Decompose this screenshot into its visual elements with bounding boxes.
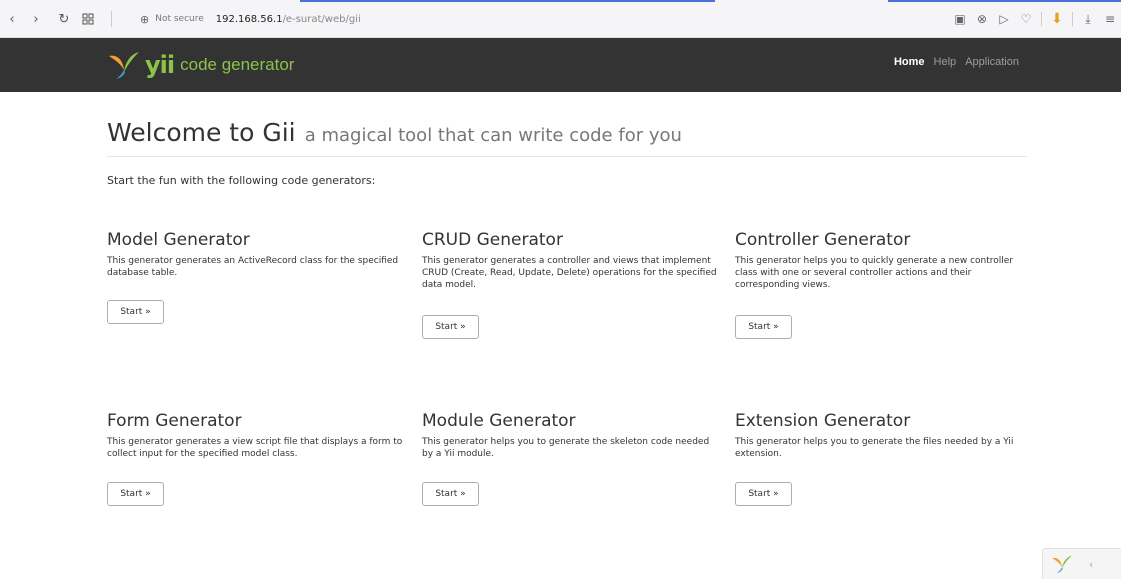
browser-toolbar: ‹ › ↻ ⊕ Not secure 192.168.56.1/e-surat/… xyxy=(0,0,1121,38)
generator-form: Form Generator This generator generates … xyxy=(107,411,407,506)
yii-logo-icon xyxy=(109,52,139,79)
tab-accent xyxy=(888,0,1121,2)
not-secure-label: Not secure xyxy=(155,14,204,24)
generator-description: This generator helps you to quickly gene… xyxy=(735,256,1014,290)
generator-title: Model Generator xyxy=(107,230,250,250)
lead-text: Start the fun with the following code ge… xyxy=(107,174,376,187)
start-model-button[interactable]: Start » xyxy=(107,300,164,324)
toolbar-divider xyxy=(1072,12,1073,26)
start-form-button[interactable]: Start » xyxy=(107,482,164,506)
generator-title: Extension Generator xyxy=(735,411,911,431)
nav-home[interactable]: Home xyxy=(894,56,925,68)
address-bar[interactable]: ⊕ Not secure 192.168.56.1/e-surat/web/gi… xyxy=(140,11,361,27)
block-icon[interactable]: ⊗ xyxy=(971,9,993,29)
start-extension-button[interactable]: Start » xyxy=(735,482,792,506)
generator-controller: Controller Generator This generator help… xyxy=(735,230,1035,339)
generator-module: Module Generator This generator helps yo… xyxy=(422,411,722,506)
nav-help[interactable]: Help xyxy=(934,56,957,68)
forward-icon[interactable]: › xyxy=(28,11,44,27)
page-title-main: Welcome to Gii xyxy=(107,118,296,147)
toolbar-divider xyxy=(1041,12,1042,26)
generator-description: This generator helps you to generate the… xyxy=(735,437,1014,459)
generator-extension: Extension Generator This generator helps… xyxy=(735,411,1035,506)
brand-link[interactable]: yii code generator xyxy=(107,49,294,81)
download-icon[interactable]: ⤓ xyxy=(1077,9,1099,29)
generator-model: Model Generator This generator generates… xyxy=(107,230,407,324)
generator-title: Form Generator xyxy=(107,411,242,431)
navbar: yii code generator Home Help Application xyxy=(0,38,1121,92)
tab-accent xyxy=(300,0,715,2)
camera-icon[interactable]: ▣ xyxy=(949,9,971,29)
generator-crud: CRUD Generator This generator generates … xyxy=(422,230,722,339)
start-module-button[interactable]: Start » xyxy=(422,482,479,506)
debug-toolbar: ‹ xyxy=(1042,548,1121,579)
nav-links: Home Help Application xyxy=(894,56,1019,68)
url-path: /e-surat/web/gii xyxy=(282,13,361,25)
back-icon[interactable]: ‹ xyxy=(4,11,20,27)
yii-debug-logo-icon[interactable] xyxy=(1051,554,1073,574)
grid-icon[interactable] xyxy=(80,11,96,27)
start-controller-button[interactable]: Start » xyxy=(735,315,792,339)
page-title-subtitle: a magical tool that can write code for y… xyxy=(304,125,682,146)
title-divider xyxy=(107,156,1027,157)
reload-icon[interactable]: ↻ xyxy=(56,11,72,27)
generator-description: This generator generates an ActiveRecord… xyxy=(107,256,399,278)
heart-icon[interactable]: ♡ xyxy=(1015,9,1037,29)
collapse-icon[interactable]: ‹ xyxy=(1089,558,1093,571)
generator-description: This generator generates a view script f… xyxy=(107,437,403,459)
url-host: 192.168.56.1 xyxy=(215,13,283,25)
download-manager-icon[interactable]: ⬇ xyxy=(1046,9,1068,29)
start-crud-button[interactable]: Start » xyxy=(422,315,479,339)
nav-application[interactable]: Application xyxy=(965,56,1019,68)
browser-actions: ▣ ⊗ ▷ ♡ ⬇ ⤓ ≡ xyxy=(949,9,1121,29)
toolbar-divider xyxy=(111,11,112,27)
brand-yii: yii xyxy=(145,51,175,79)
page-title: Welcome to Gii a magical tool that can w… xyxy=(107,118,682,147)
generator-title: CRUD Generator xyxy=(422,230,563,250)
globe-icon: ⊕ xyxy=(140,12,150,26)
play-icon[interactable]: ▷ xyxy=(993,9,1015,29)
generator-title: Module Generator xyxy=(422,411,576,431)
generator-description: This generator helps you to generate the… xyxy=(422,437,710,459)
generator-title: Controller Generator xyxy=(735,230,911,250)
brand-text: code generator xyxy=(180,55,295,74)
generator-description: This generator generates a controller an… xyxy=(422,256,717,290)
menu-icon[interactable]: ≡ xyxy=(1099,9,1121,29)
